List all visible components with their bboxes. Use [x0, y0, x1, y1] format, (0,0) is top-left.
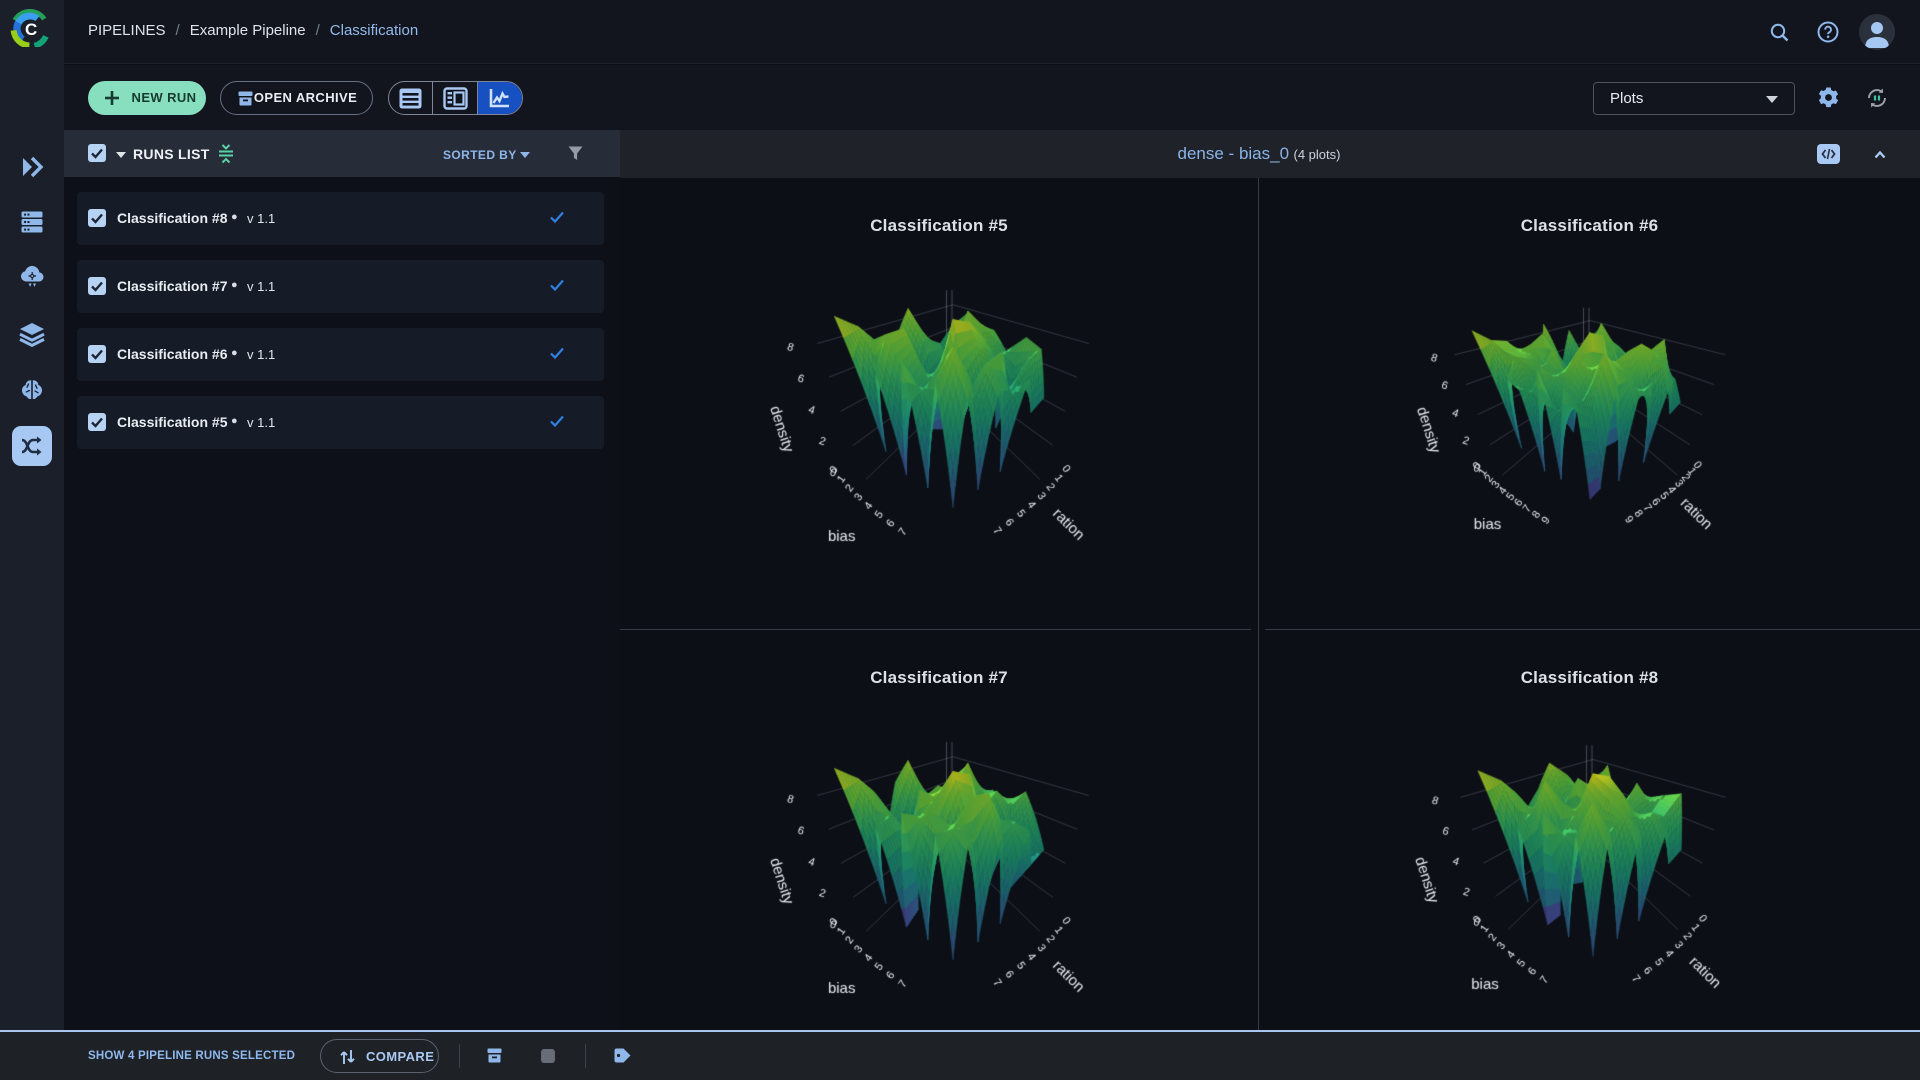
svg-text:C: C: [25, 20, 37, 39]
